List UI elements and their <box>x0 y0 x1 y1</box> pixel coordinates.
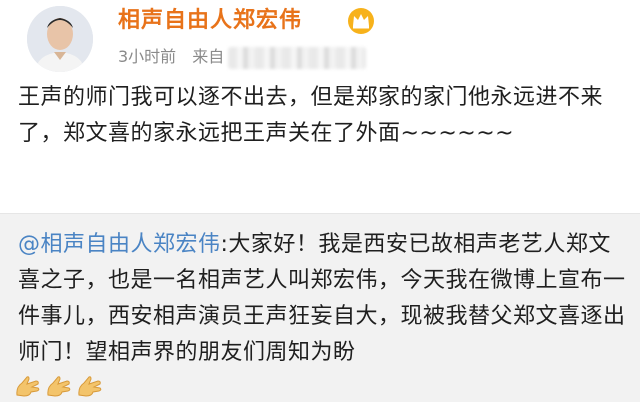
folded-hands-icon <box>76 373 104 403</box>
post-time: 3小时前 <box>118 47 177 66</box>
folded-hands-icon <box>45 373 73 403</box>
author-name[interactable]: 相声自由人郑宏伟 <box>118 6 302 36</box>
crown-badge-icon[interactable] <box>346 7 376 35</box>
quoted-text-block: @相声自由人郑宏伟:大家好！我是西安已故相声老艺人郑文喜之子，也是一名相声艺人叫… <box>18 227 628 371</box>
folded-hands-icon <box>14 373 42 403</box>
mention-link[interactable]: @相声自由人郑宏伟 <box>18 232 221 257</box>
avatar[interactable] <box>27 6 93 72</box>
weibo-post: 相声自由人郑宏伟 3小时前 来自 王声的师门我可以逐不出去，但是郑家的家门他永远进… <box>0 0 640 213</box>
post-text: 王声的师门我可以逐不出去，但是郑家的家门他永远进不来了，郑文喜的家永远把王声关在… <box>18 85 604 146</box>
emoji-row <box>14 373 107 401</box>
source-label: 来自 <box>192 47 225 66</box>
source-blurred <box>228 46 367 69</box>
post-meta: 3小时前 来自 <box>118 44 367 70</box>
